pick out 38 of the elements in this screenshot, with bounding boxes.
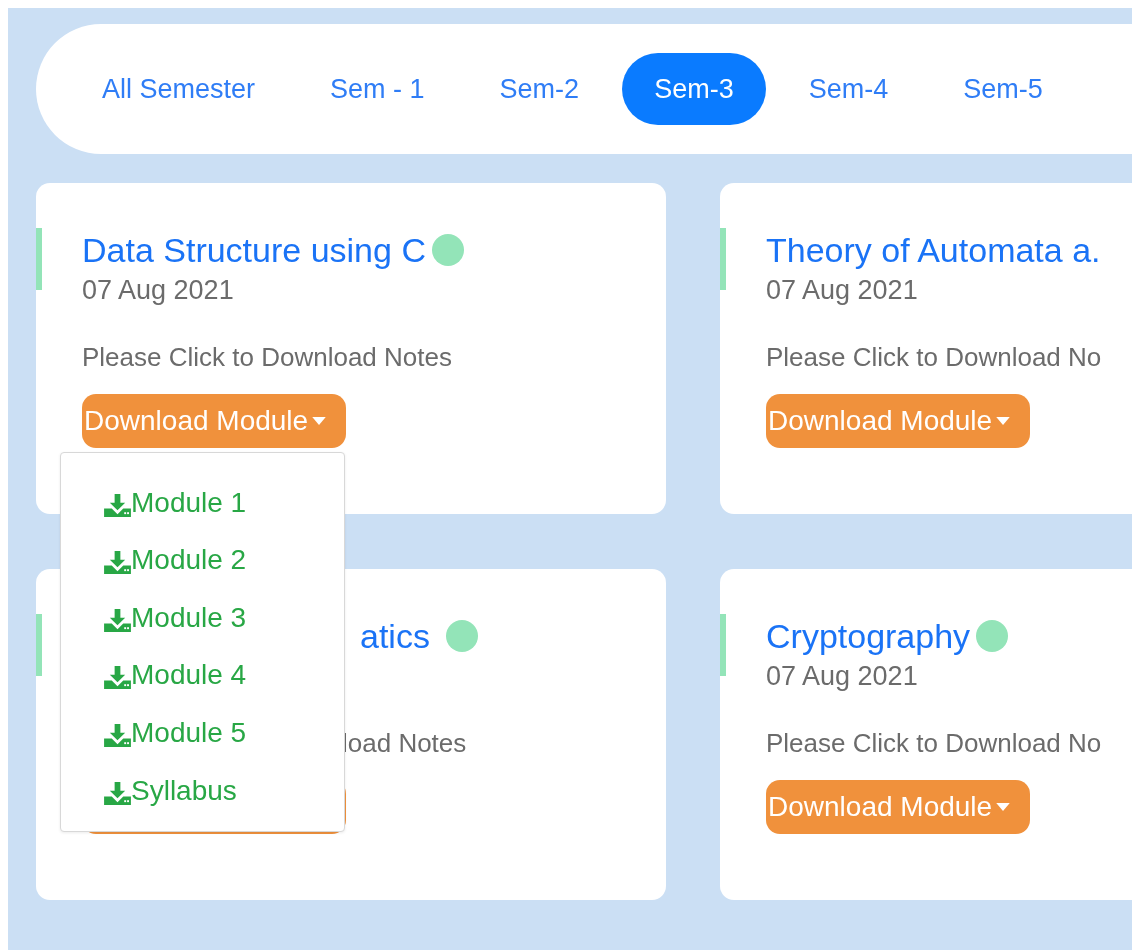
subject-title[interactable]: Theory of Automata a. [766, 230, 1101, 270]
accent-bar [36, 228, 42, 290]
semester-tab[interactable]: Sem-5 [931, 53, 1075, 125]
download-module-button[interactable]: Download Module [766, 394, 1030, 448]
menu-item[interactable]: Module 2 [61, 530, 247, 589]
download-module-button[interactable]: Download Module [766, 780, 1030, 834]
semester-tab[interactable]: Sem - 1 [298, 53, 457, 125]
download-icon [104, 666, 131, 690]
semester-tab[interactable]: Sem-3 [622, 53, 766, 125]
semester-tab[interactable]: Sem-2 [467, 53, 612, 125]
subject-title[interactable]: atics [360, 616, 430, 656]
download-icon [104, 493, 131, 517]
semester-tab[interactable]: Sem-4 [776, 53, 921, 125]
download-icon [104, 551, 131, 575]
menu-item[interactable]: Module 1 [61, 473, 247, 531]
download-icon [104, 608, 131, 632]
caret-icon [312, 416, 327, 426]
download-icon [104, 781, 131, 805]
caret-icon [996, 416, 1011, 426]
date-text: 07 Aug 2021 [766, 274, 918, 306]
menu-item[interactable]: Module 5 [61, 703, 247, 761]
menu-item[interactable]: Module 4 [61, 645, 247, 704]
subject-title[interactable]: Data Structure using C [82, 230, 426, 270]
description-text: Please Click to Download Notes [82, 341, 452, 373]
download-icon [104, 723, 131, 747]
caret-icon [996, 802, 1011, 812]
menu-item[interactable]: Module 3 [61, 588, 247, 646]
description-text: Please Click to Download No [766, 341, 1102, 373]
accent-bar [720, 228, 726, 290]
date-text: 07 Aug 2021 [82, 274, 234, 306]
semester-tab[interactable]: All Semester [70, 53, 288, 125]
description-text: Please Click to Download No [766, 727, 1102, 759]
subject-title[interactable]: Cryptography [766, 616, 971, 656]
menu-item[interactable]: Syllabus [61, 760, 237, 819]
download-module-button[interactable]: Download Module [82, 394, 346, 448]
date-text: 07 Aug 2021 [766, 660, 918, 692]
accent-bar [36, 614, 42, 676]
accent-bar [720, 614, 726, 676]
